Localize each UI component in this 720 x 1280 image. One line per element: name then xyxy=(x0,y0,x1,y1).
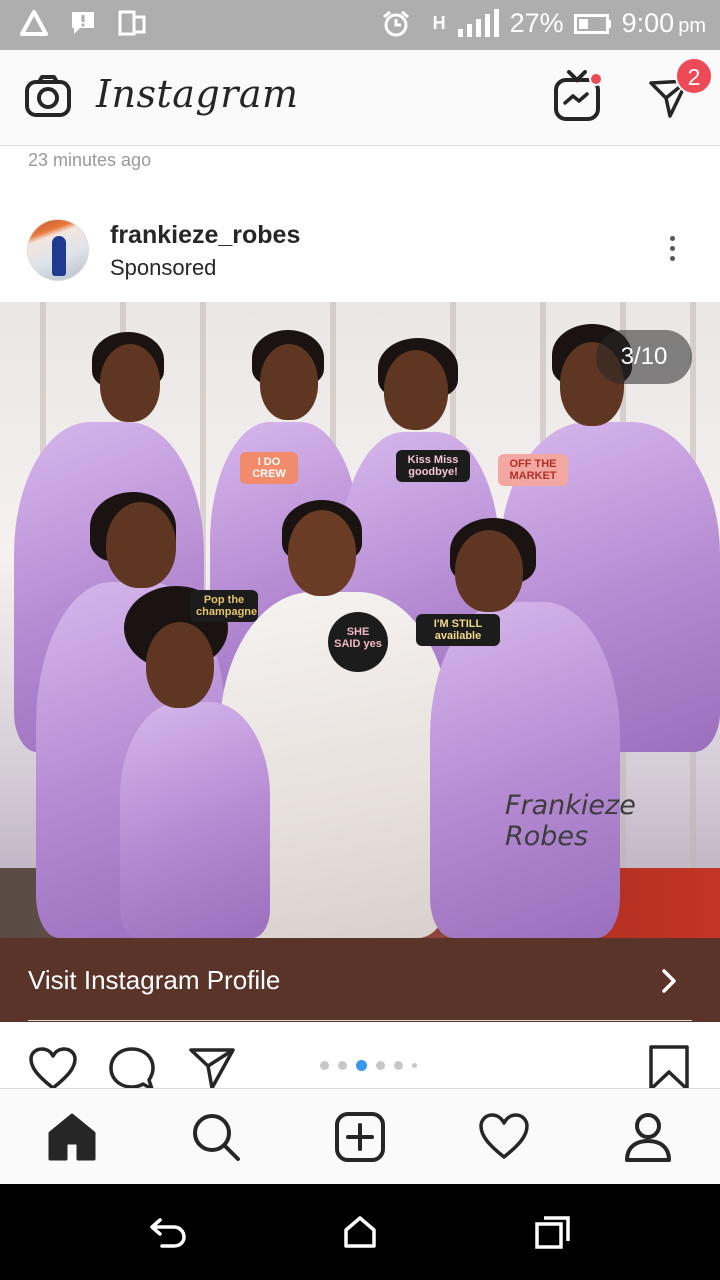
chevron-right-icon xyxy=(662,969,676,993)
divider xyxy=(28,1020,692,1021)
instagram-logo: Instagram xyxy=(96,72,299,116)
back-icon[interactable] xyxy=(148,1214,188,1250)
post-username[interactable]: frankieze_robes xyxy=(110,221,300,250)
battery-percent: 27% xyxy=(509,8,564,38)
carousel-dot xyxy=(394,1061,403,1070)
search-icon[interactable] xyxy=(190,1111,242,1163)
carousel-indicator xyxy=(320,1060,417,1071)
bottom-navigation xyxy=(0,1088,720,1184)
home-icon[interactable] xyxy=(46,1111,98,1163)
alarm-icon xyxy=(382,10,409,36)
app-header: Instagram 2 xyxy=(0,50,720,146)
carousel-dot xyxy=(320,1061,329,1070)
prop-sign-kiss: Kiss Miss goodbye! xyxy=(396,450,470,483)
battery-icon xyxy=(573,13,611,34)
clock: 9:00 pm xyxy=(622,8,706,39)
recents-icon[interactable] xyxy=(534,1214,572,1250)
sponsored-label: Sponsored xyxy=(110,255,217,280)
avatar[interactable] xyxy=(27,219,89,281)
igtv-notification-dot xyxy=(589,72,603,86)
alert-message-icon xyxy=(72,12,94,34)
status-bar: H 27% 9:00 pm xyxy=(0,0,720,50)
warning-triangle-icon xyxy=(20,10,48,36)
profile-icon[interactable] xyxy=(622,1111,674,1163)
comment-icon[interactable] xyxy=(108,1046,156,1088)
camera-icon[interactable] xyxy=(24,74,72,118)
add-post-icon[interactable] xyxy=(334,1111,386,1163)
more-options-icon[interactable] xyxy=(660,231,684,271)
carousel-dot xyxy=(376,1061,385,1070)
dm-notification-badge: 2 xyxy=(675,57,713,95)
post-image[interactable]: I DO CREW Kiss Miss goodbye! OFF THE MAR… xyxy=(0,302,720,938)
prop-sign-champagne: Pop the champagne xyxy=(190,590,258,623)
bookmark-icon[interactable] xyxy=(648,1044,690,1088)
image-watermark: Frankieze Robes xyxy=(505,790,636,852)
activity-heart-icon[interactable] xyxy=(478,1111,530,1163)
home-system-icon[interactable] xyxy=(342,1214,378,1250)
clock-ampm: pm xyxy=(678,15,706,37)
prop-sign-available: I'M STILL available xyxy=(416,614,500,647)
prop-sign-she-said: SHE SAID yes xyxy=(328,612,388,672)
visit-profile-cta[interactable]: Visit Instagram Profile xyxy=(0,938,720,1022)
prop-sign-market: OFF THE MARKET xyxy=(498,454,568,487)
prop-sign-i-do: I DO CREW xyxy=(240,452,298,485)
previous-post-timestamp: 23 minutes ago xyxy=(28,150,152,170)
post-header: frankieze_robes Sponsored xyxy=(0,205,720,300)
post-actions xyxy=(0,1030,720,1088)
dual-screen-icon xyxy=(118,10,146,36)
carousel-dot xyxy=(412,1063,417,1068)
carousel-dot-active xyxy=(356,1060,367,1071)
heart-icon[interactable] xyxy=(28,1046,78,1088)
share-icon[interactable] xyxy=(188,1046,236,1088)
network-type: H xyxy=(432,13,446,33)
clock-time: 9:00 xyxy=(621,8,675,38)
carousel-counter: 3/10 xyxy=(596,330,692,384)
carousel-dot xyxy=(338,1061,347,1070)
signal-icon xyxy=(457,8,499,37)
cta-label: Visit Instagram Profile xyxy=(28,965,281,995)
system-navigation-bar xyxy=(0,1184,720,1280)
